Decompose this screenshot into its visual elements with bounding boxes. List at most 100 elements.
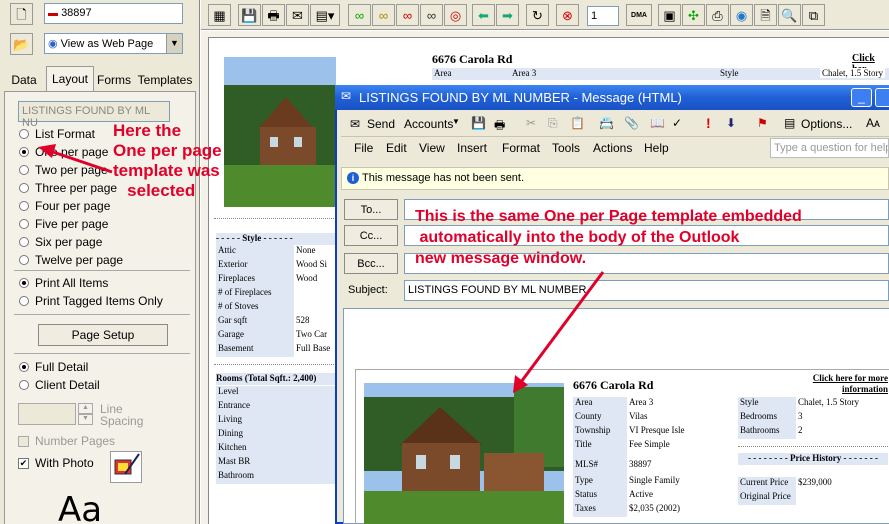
window-icon[interactable]: ▣ xyxy=(658,4,681,26)
listing-title-field[interactable]: LISTINGS FOUND BY ML NU xyxy=(18,101,170,129)
menu-format[interactable]: Format xyxy=(502,141,540,155)
minimize-icon[interactable]: _ xyxy=(851,88,872,107)
radio-five-per-page[interactable] xyxy=(19,219,29,229)
radio-print-all-items[interactable] xyxy=(19,278,29,288)
save-icon[interactable]: 💾 xyxy=(471,116,486,130)
area-label: Area xyxy=(434,68,452,78)
menu-help[interactable]: Help xyxy=(644,141,669,155)
search-document-icon[interactable]: 🔍 xyxy=(778,4,801,26)
dma-button[interactable]: DMA xyxy=(626,4,652,26)
options-button[interactable]: Options... xyxy=(801,117,852,131)
book-icon[interactable]: 📖 xyxy=(650,116,665,130)
options-icon[interactable]: ▤ xyxy=(784,116,795,130)
row-label: Current Price xyxy=(738,477,796,491)
mls-number-input[interactable]: ▬ 38897 xyxy=(44,3,183,24)
high-importance-icon[interactable]: ! xyxy=(706,115,711,131)
cut-icon[interactable]: ✂ xyxy=(526,116,536,130)
send-button[interactable]: Send xyxy=(367,117,395,131)
subject-field[interactable]: LISTINGS FOUND BY ML NUMBER xyxy=(404,280,889,301)
outlook-title-bar: ✉ LISTINGS FOUND BY ML NUMBER - Message … xyxy=(335,85,889,110)
glasses-icon[interactable]: ∞ xyxy=(420,4,443,26)
arrow-right-icon[interactable]: ➡ xyxy=(496,4,519,26)
arrow-left-icon[interactable]: ⬅ xyxy=(472,4,495,26)
glasses-red-icon[interactable]: ∞ xyxy=(396,4,419,26)
tab-layout[interactable]: Layout xyxy=(46,66,94,91)
radio-list-format[interactable] xyxy=(19,129,29,139)
menu-edit[interactable]: Edit xyxy=(386,141,407,155)
row-label: Taxes xyxy=(573,503,627,517)
radio-three-per-page[interactable] xyxy=(19,183,29,193)
new-document-icon[interactable]: 🗋 xyxy=(10,3,33,25)
address-book-icon[interactable]: 📇 xyxy=(599,116,614,130)
cc-button[interactable]: Cc... xyxy=(344,225,398,246)
checkbox-number-pages[interactable] xyxy=(18,436,29,447)
photo-picker-icon[interactable] xyxy=(110,451,142,483)
grid-dropdown-icon[interactable]: ▤▾ xyxy=(310,4,340,26)
page-setup-button[interactable]: Page Setup xyxy=(38,324,168,346)
document-icon[interactable]: 🗎 xyxy=(754,4,777,26)
listing-address: 6676 Carola Rd xyxy=(432,52,513,66)
accounts-button[interactable]: Accounts xyxy=(404,117,453,131)
to-button[interactable]: To... xyxy=(344,199,398,220)
rooms-header: Rooms (Total Sqft.: 2,400) xyxy=(216,373,336,385)
menu-view[interactable]: View xyxy=(419,141,445,155)
radio-six-per-page[interactable] xyxy=(19,237,29,247)
click-here-link[interactable]: Click here for more information xyxy=(796,373,888,395)
bcc-button[interactable]: Bcc... xyxy=(344,253,398,274)
radio-client-detail[interactable] xyxy=(19,380,29,390)
radio-one-per-page[interactable] xyxy=(19,147,29,157)
open-folder-icon[interactable]: 📂 xyxy=(10,33,33,55)
attach-icon[interactable]: 📎 xyxy=(624,116,639,130)
line-spacing-input[interactable] xyxy=(18,403,76,425)
flag-icon[interactable]: ⚑ xyxy=(757,116,768,130)
radio-four-per-page[interactable] xyxy=(19,201,29,211)
menu-insert[interactable]: Insert xyxy=(457,141,487,155)
target-icon[interactable]: ◎ xyxy=(444,4,467,26)
print-icon[interactable]: 🖶 xyxy=(262,4,285,26)
chevron-down-icon[interactable]: ▼ xyxy=(166,34,182,53)
page-number-input[interactable]: 1 xyxy=(587,6,619,26)
spin-down-icon[interactable]: ▼ xyxy=(78,414,93,425)
web-icon[interactable]: ◉ xyxy=(730,4,753,26)
row-label: # of Fireplaces xyxy=(216,287,294,301)
view-dropdown[interactable]: ◉ View as Web Page ▼ xyxy=(44,33,183,54)
email-icon[interactable]: ✉ xyxy=(286,4,309,26)
table-row: Dining xyxy=(216,428,336,442)
radio-full-detail[interactable] xyxy=(19,362,29,372)
maximize-icon[interactable] xyxy=(875,88,889,107)
paste-icon[interactable]: 📋 xyxy=(570,116,585,130)
tab-data[interactable]: Data xyxy=(4,69,44,91)
spin-up-icon[interactable]: ▲ xyxy=(78,403,93,414)
glasses-yellow-icon[interactable]: ∞ xyxy=(372,4,395,26)
radio-two-per-page[interactable] xyxy=(19,165,29,175)
house-photo xyxy=(224,57,336,207)
printer-icon[interactable]: ⎙ xyxy=(706,4,729,26)
tab-templates[interactable]: Templates xyxy=(136,69,194,91)
layout-icon[interactable]: ▦ xyxy=(208,4,231,26)
export-icon[interactable]: ⧉ xyxy=(802,4,825,26)
row-label: Basement xyxy=(216,343,294,357)
check-names-icon[interactable]: ✓ xyxy=(672,116,682,130)
font-sample[interactable]: Aa xyxy=(58,490,102,524)
copy-icon[interactable]: ⎘ xyxy=(548,116,558,131)
price-history-header: - - - - - - - - Price History - - - - - … xyxy=(738,453,888,465)
stop-icon[interactable]: ⊗ xyxy=(556,4,579,26)
tab-forms[interactable]: Forms xyxy=(94,69,134,91)
menu-actions[interactable]: Actions xyxy=(593,141,632,155)
save-icon[interactable]: 💾 xyxy=(238,4,261,26)
refresh-icon[interactable]: ↻ xyxy=(526,4,549,26)
radio-twelve-per-page[interactable] xyxy=(19,255,29,265)
print-icon[interactable]: 🖶 xyxy=(494,116,505,137)
chevron-down-icon[interactable]: ▼ xyxy=(452,117,460,126)
radio-print-tagged-items[interactable] xyxy=(19,296,29,306)
checkbox-with-photo[interactable]: ✔ xyxy=(18,458,29,469)
rooms-table: Level Entrance Living Dining Kitchen Mas… xyxy=(216,386,336,484)
map-icon[interactable]: ✣ xyxy=(682,4,705,26)
low-importance-icon[interactable]: ⬇ xyxy=(726,116,736,130)
menu-file[interactable]: File xyxy=(354,141,373,155)
glasses-green-icon[interactable]: ∞ xyxy=(348,4,371,26)
row-value: Active xyxy=(629,489,653,499)
help-search-input[interactable]: Type a question for help xyxy=(770,138,889,158)
format-icon[interactable]: Aᴀ xyxy=(866,116,880,130)
menu-tools[interactable]: Tools xyxy=(552,141,580,155)
